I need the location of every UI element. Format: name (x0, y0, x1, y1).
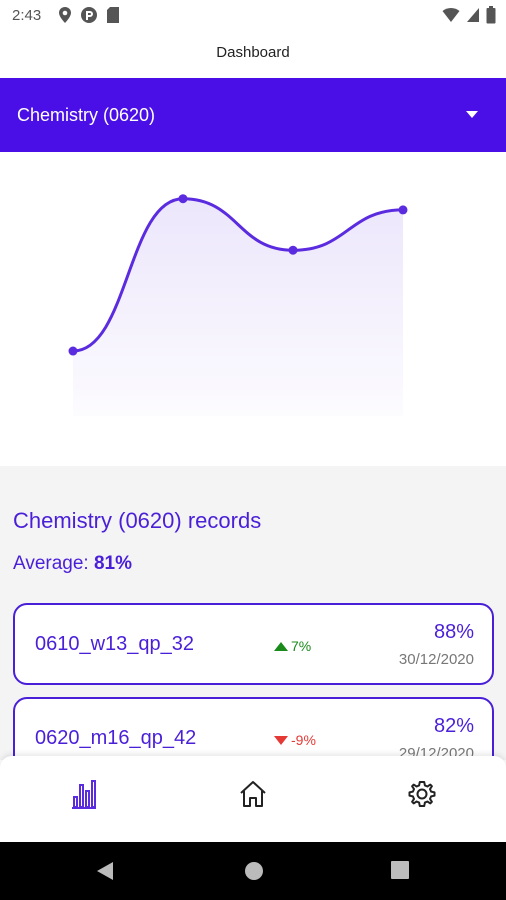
record-change: -9% (274, 732, 316, 748)
record-card[interactable]: 0620_m16_qp_42 -9% 82% 29/12/2020 (13, 697, 494, 760)
records-title: Chemistry (0620) records (13, 508, 262, 533)
chart-area-fill (73, 198, 403, 416)
status-right-icons (442, 6, 496, 24)
status-time: 2:43 (12, 7, 42, 24)
chart-point (68, 346, 78, 356)
bar-chart-icon (72, 780, 96, 809)
subject-dropdown[interactable]: Chemistry (0620) (0, 78, 506, 152)
subject-dropdown-label: Chemistry (0620) (17, 105, 156, 125)
average-label: Average: (13, 553, 89, 574)
trend-down-icon (274, 735, 288, 745)
average-value: 81% (93, 553, 133, 574)
record-score: 88% (433, 621, 474, 643)
score-chart (0, 152, 506, 466)
battery-icon (486, 6, 496, 24)
chart-point (178, 194, 188, 204)
settings-gear-icon (408, 781, 436, 807)
record-card[interactable]: 0610_w13_qp_32 7% 88% 30/12/2020 (13, 603, 494, 685)
trend-up-icon (274, 641, 288, 651)
nav-settings-button[interactable] (404, 776, 440, 812)
cell-signal-icon (467, 8, 479, 22)
chart-point (288, 245, 298, 255)
record-name: 0620_m16_qp_42 (35, 727, 197, 749)
record-change: 7% (274, 638, 311, 654)
back-icon[interactable] (96, 861, 114, 881)
system-nav-bar (0, 842, 506, 900)
nav-home-button[interactable] (235, 776, 271, 812)
bottom-nav (0, 756, 506, 842)
page-title: Dashboard (216, 44, 290, 61)
location-icon (59, 7, 71, 23)
status-left-icons (58, 6, 120, 24)
score-line-chart (68, 194, 408, 416)
chart-point (398, 205, 408, 215)
records-panel: Chemistry (0620) records Average: 81% 06… (0, 466, 506, 760)
record-score: 82% (433, 715, 474, 737)
sd-card-icon (107, 7, 119, 23)
record-change-value: 7% (291, 638, 312, 654)
home-circle-icon[interactable] (244, 861, 264, 881)
nav-stats-button[interactable] (66, 776, 102, 812)
average-row: Average: 81% (13, 553, 132, 575)
data-saver-icon (81, 7, 97, 23)
status-bar: 2:43 (0, 0, 506, 32)
record-name: 0610_w13_qp_32 (35, 633, 195, 655)
record-date: 30/12/2020 (398, 651, 474, 668)
home-icon (240, 781, 266, 807)
recents-icon[interactable] (391, 861, 409, 879)
record-change-value: -9% (291, 732, 316, 748)
dropdown-caret-icon (466, 111, 478, 118)
wifi-icon (442, 8, 460, 22)
